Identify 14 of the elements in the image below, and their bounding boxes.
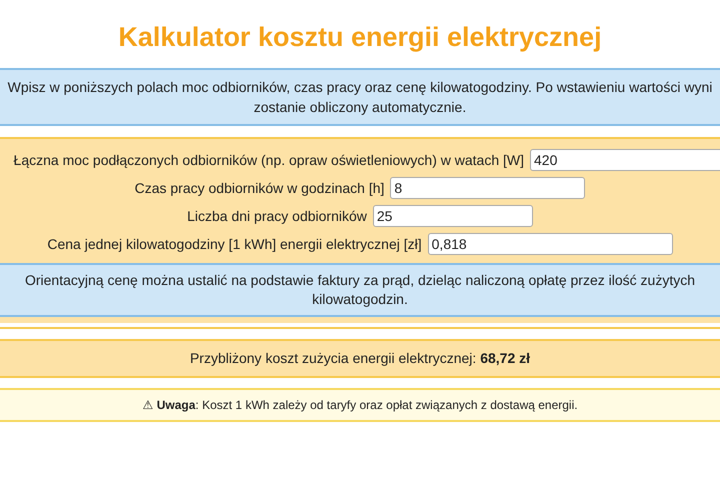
input-field[interactable]: 0,818 — [428, 233, 673, 255]
note-text: ⚠ Uwaga: Koszt 1 kWh zależy od taryfy oraz opłat związanych z dostawą energii. — [142, 398, 578, 412]
intro-text: zostanie obliczony automatycznie. — [254, 98, 466, 117]
page-title: Kalkulator kosztu energii elektrycznej — [117, 21, 603, 54]
intro-text: Wpisz w poniższych polach moc odbiorników, czas pracy oraz cenę kilowatogodziny. Po wstawieniu wartości wyni — [8, 78, 712, 97]
field-label: Liczba dni pracy odbiorników — [187, 206, 367, 226]
field-label: Cena jednej kilowatogodziny [1 kWh] energii elektrycznej [zł] — [47, 234, 422, 254]
field-label: Łączna moc podłączonych odbiorników (np. opraw oświetleniowych) w watach [W] — [14, 150, 524, 170]
input-field[interactable]: 420 — [530, 149, 720, 171]
field-label: Czas pracy odbiorników w godzinach [h] — [134, 178, 384, 198]
result-text: Przybliżony koszt zużycia energii elektrycznej: 68,72 zł — [190, 350, 530, 366]
input-field[interactable]: 25 — [372, 205, 533, 227]
input-field[interactable]: 8 — [390, 177, 586, 199]
hint-text: Orientacyjną cenę można ustalić na podstawie faktury za prąd, dzieląc naliczoną opłatę przez ilość zużytych kilowatogodzin. — [24, 272, 695, 307]
